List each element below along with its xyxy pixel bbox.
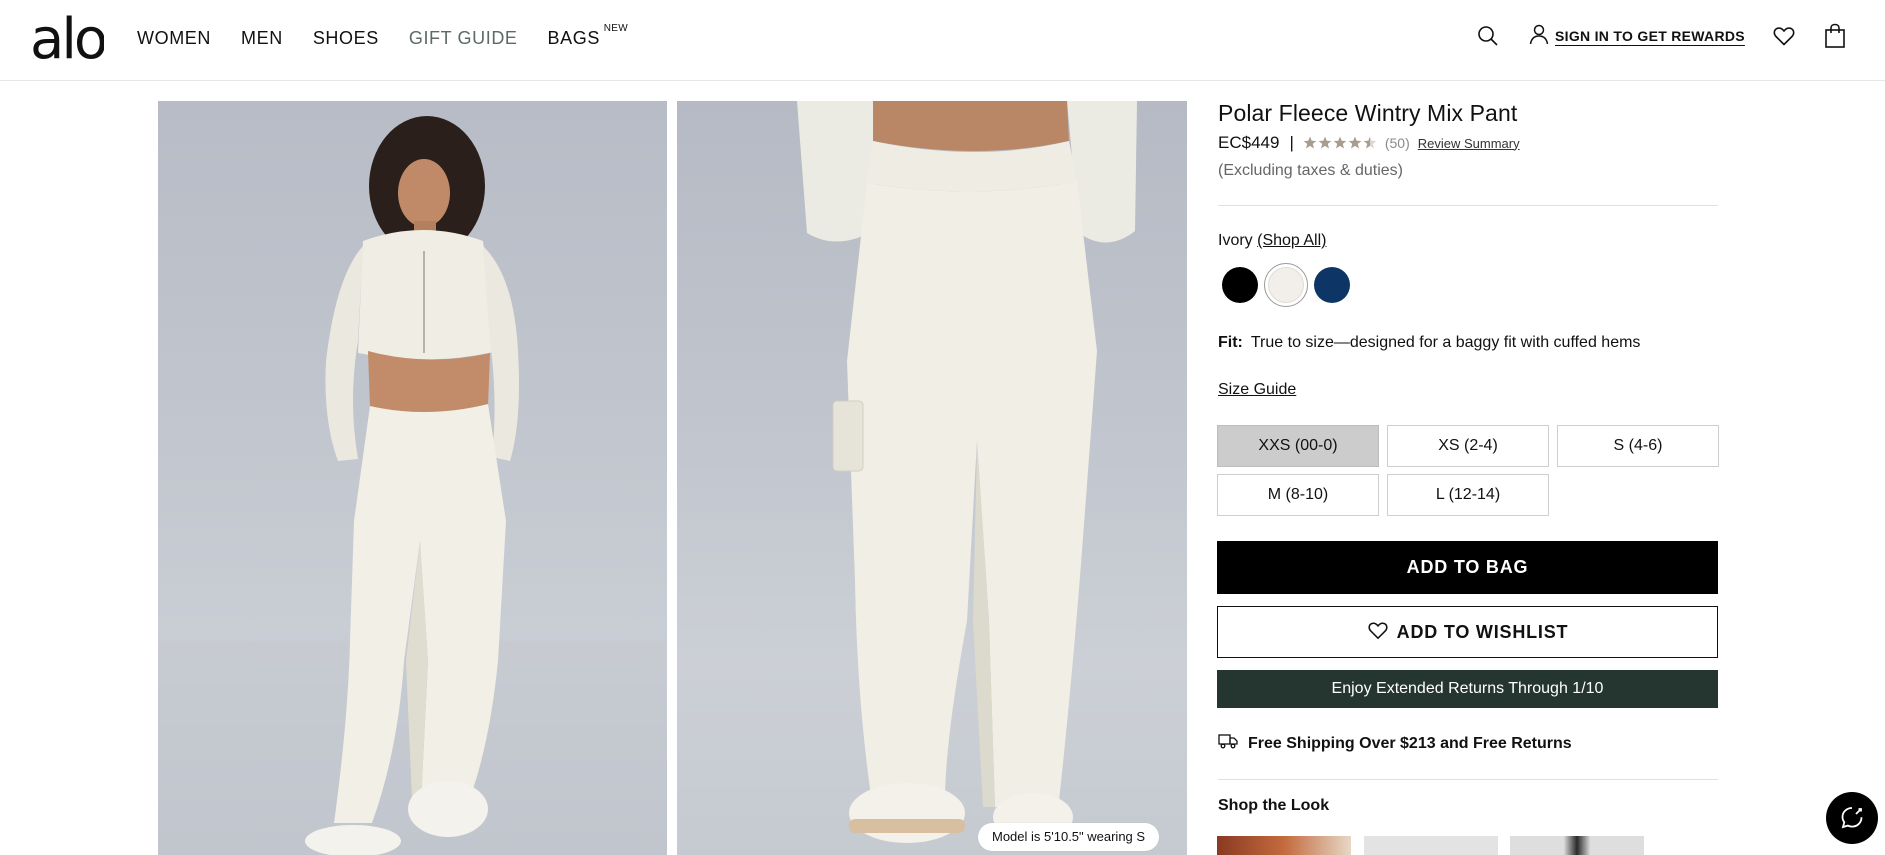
shipping-text: Free Shipping Over $213 and Free Returns [1248, 734, 1572, 752]
add-to-bag-button[interactable]: ADD TO BAG [1217, 541, 1718, 594]
price-separator: | [1289, 133, 1294, 152]
user-icon [1529, 23, 1549, 50]
shipping-info: Free Shipping Over $213 and Free Returns [1218, 733, 1572, 754]
nav-women[interactable]: WOMEN [137, 27, 211, 49]
tax-note: (Excluding taxes & duties) [1218, 162, 1403, 179]
nav-bags[interactable]: BAGS NEW [547, 23, 628, 49]
divider [1218, 205, 1718, 206]
color-label: Ivory (Shop All) [1218, 232, 1327, 250]
color-name: Ivory [1218, 232, 1253, 249]
shopping-bag-icon[interactable] [1823, 23, 1847, 49]
swatch-ivory[interactable] [1268, 267, 1304, 303]
heart-icon[interactable] [1772, 24, 1796, 48]
product-image-back[interactable] [677, 101, 1187, 855]
add-to-wishlist-button[interactable]: ADD TO WISHLIST [1217, 606, 1718, 658]
review-summary-link[interactable]: Review Summary [1418, 136, 1520, 151]
fit-text: True to size—designed for a baggy fit wi… [1250, 334, 1641, 351]
svg-text:alo: alo [30, 8, 104, 64]
nav-gift-guide[interactable]: GIFT GUIDE [409, 27, 518, 49]
look-thumbnail[interactable] [1510, 836, 1644, 855]
nav-shoes[interactable]: SHOES [313, 27, 379, 49]
site-header: alo WOMEN MEN SHOES GIFT GUIDE BAGS NEW … [0, 0, 1885, 81]
model-info-tag: Model is 5'10.5" wearing S [978, 823, 1160, 851]
product-image-front[interactable] [158, 101, 667, 855]
size-button-l[interactable]: L (12-14) [1387, 474, 1549, 516]
look-thumbnail[interactable] [1364, 836, 1498, 855]
size-button-xxs[interactable]: XXS (00-0) [1217, 425, 1379, 467]
nav-bags-label: BAGS [547, 28, 600, 48]
add-to-wishlist-label: ADD TO WISHLIST [1396, 621, 1569, 642]
shop-the-look-heading: Shop the Look [1218, 797, 1330, 814]
stars-icon [1303, 136, 1377, 149]
review-count[interactable]: (50) [1385, 135, 1410, 151]
divider [1218, 779, 1718, 780]
size-guide-link[interactable]: Size Guide [1218, 381, 1296, 399]
swatch-black[interactable] [1222, 267, 1258, 303]
fit-label: Fit: [1218, 334, 1243, 351]
price-rating-row: EC$449 | (50) Review Summary [1218, 133, 1520, 153]
chat-icon [1841, 807, 1863, 829]
chat-button[interactable] [1826, 792, 1878, 844]
swatch-navy[interactable] [1314, 267, 1350, 303]
fit-info: Fit: True to size—designed for a baggy fi… [1218, 334, 1640, 352]
star-rating[interactable] [1303, 136, 1379, 150]
main-nav: WOMEN MEN SHOES GIFT GUIDE BAGS NEW [137, 23, 630, 49]
nav-men[interactable]: MEN [241, 27, 283, 49]
size-button-m[interactable]: M (8-10) [1217, 474, 1379, 516]
heart-icon [1367, 620, 1389, 645]
size-button-s[interactable]: S (4-6) [1557, 425, 1719, 467]
alo-logo[interactable]: alo [30, 7, 109, 72]
new-badge: NEW [603, 23, 628, 34]
shop-all-link[interactable]: (Shop All) [1257, 232, 1326, 249]
product-title: Polar Fleece Wintry Mix Pant [1218, 100, 1518, 126]
search-icon[interactable] [1476, 24, 1500, 48]
product-price: EC$449 [1218, 133, 1280, 152]
returns-banner: Enjoy Extended Returns Through 1/10 [1217, 670, 1718, 708]
sign-in-link[interactable]: SIGN IN TO GET REWARDS [1529, 24, 1745, 48]
size-button-xs[interactable]: XS (2-4) [1387, 425, 1549, 467]
truck-icon [1218, 733, 1238, 754]
sign-in-label: SIGN IN TO GET REWARDS [1555, 28, 1745, 44]
look-thumbnail[interactable] [1217, 836, 1351, 855]
